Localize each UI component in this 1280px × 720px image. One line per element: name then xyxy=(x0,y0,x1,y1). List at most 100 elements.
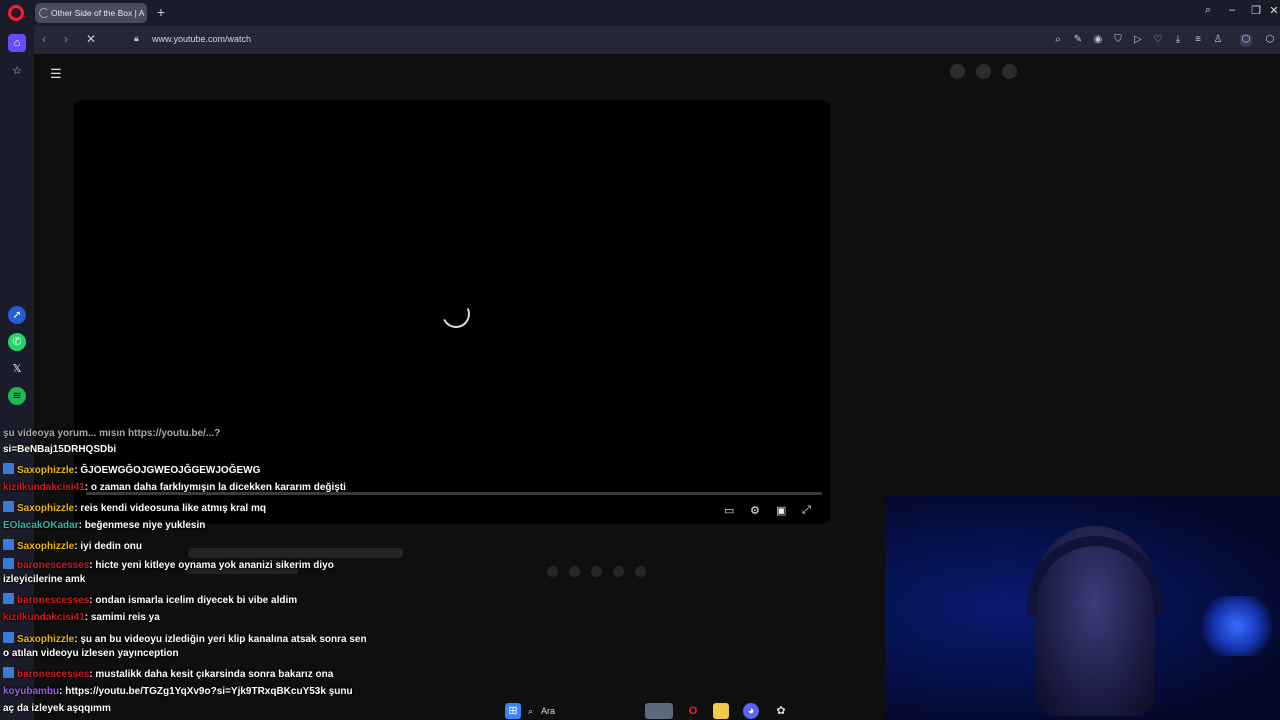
chat-text: : reis kendi videosuna like atmış kral m… xyxy=(74,503,266,514)
chat-text: : mustalikk daha kesit çıkarsinda sonra … xyxy=(89,669,334,680)
url-field[interactable]: 🔒︎ www.youtube.com/watch xyxy=(130,30,950,50)
stop-loading-icon[interactable]: ✕ xyxy=(86,32,96,46)
chat-text: şu videoya yorum... mısın https://youtu.… xyxy=(3,428,221,439)
chat-text: : şu an bu videoyu izlediğin yeri klip k… xyxy=(74,634,367,645)
chat-message: Saxophizzle: iyi dedin onu xyxy=(3,539,142,552)
forward-icon[interactable]: › xyxy=(64,32,68,46)
new-tab-button[interactable]: + xyxy=(153,4,169,20)
fullscreen-icon[interactable]: ⤢ xyxy=(802,504,811,517)
webcam-light xyxy=(1202,596,1272,656)
url-text: www.youtube.com/watch xyxy=(152,34,252,44)
maximize-icon[interactable]: ❐ xyxy=(1248,4,1264,17)
chat-text: : iyi dedin onu xyxy=(74,541,143,552)
chat-message: baronescesses: ondan ismarla icelim diye… xyxy=(3,593,297,606)
badge-icon xyxy=(3,501,14,512)
chat-text: : ondan ismarla icelim diyecek bi vibe a… xyxy=(89,595,298,606)
bookmarks-icon[interactable]: ☆ xyxy=(8,62,26,80)
home-icon[interactable]: ⌂ xyxy=(8,34,26,52)
screen: Other Side of the Box | A + ⌕ – ❐ ✕ ⌂ ☆ … xyxy=(0,0,1280,720)
settings-gear-icon[interactable]: ⚙ xyxy=(750,504,760,517)
heart-icon[interactable]: ♡ xyxy=(1152,34,1164,46)
chat-text: : beğenmese niye yuklesin xyxy=(78,520,206,531)
action-skeleton xyxy=(613,566,624,577)
chat-username: koyubambu xyxy=(3,686,60,697)
messenger-icon[interactable]: ➚ xyxy=(8,306,26,324)
shield-icon[interactable]: ⛉ xyxy=(1112,34,1124,46)
opera-taskbar-icon[interactable]: O xyxy=(685,703,701,719)
title-skeleton xyxy=(188,548,403,558)
chat-text: : samimi reis ya xyxy=(84,612,160,623)
subtitles-icon[interactable]: ▭ xyxy=(724,504,734,517)
tab-title: Other Side of the Box | A xyxy=(51,8,145,18)
action-skeleton xyxy=(569,566,580,577)
chat-username: Saxophizzle xyxy=(17,503,75,514)
webcam-feed xyxy=(885,496,1280,720)
chat-message-continued: o atılan videoyu izlesen yayınception xyxy=(3,648,179,659)
action-skeleton xyxy=(547,566,558,577)
chat-username: kizilkundakcisi41 xyxy=(3,612,85,623)
chat-message: EOlacakOKadar: beğenmese niye yuklesin xyxy=(3,520,205,531)
chat-username: EOlacakOKadar xyxy=(3,520,79,531)
header-placeholder-icon xyxy=(976,64,991,79)
extensions-icon[interactable]: ⬡ xyxy=(1240,34,1252,46)
tab-loading-icon xyxy=(39,8,49,18)
chat-username: baronescesses xyxy=(17,560,90,571)
taskbar-search-label: Ara xyxy=(541,706,556,716)
chat-message: koyubambu: https://youtu.be/TGZg1YqXv9o?… xyxy=(3,686,353,697)
discord-icon[interactable]: ◕ xyxy=(743,703,759,719)
browser-tab-bar: Other Side of the Box | A + ⌕ – ❐ ✕ xyxy=(0,0,1280,26)
chat-text: : ĞJOEWGĞOJGWEOJĞGEWJOĞEWG xyxy=(74,465,261,476)
menu-icon[interactable]: ≡ xyxy=(1192,34,1204,46)
profile-icon[interactable]: ♙ xyxy=(1212,34,1224,46)
back-icon[interactable]: ‹ xyxy=(42,32,46,46)
opera-logo-icon[interactable] xyxy=(8,5,24,21)
chat-message: baronescesses: mustalikk daha kesit çıka… xyxy=(3,667,333,680)
search-tabs-icon[interactable]: ⌕ xyxy=(1200,4,1216,17)
chat-message-continued: aç da izleyek aşqqımm xyxy=(3,703,111,714)
widget-icon[interactable] xyxy=(645,703,673,719)
chat-username: baronescesses xyxy=(17,595,90,606)
chat-message: baronescesses: hicte yeni kitleye oynama… xyxy=(3,558,334,571)
spotify-icon[interactable]: ≋ xyxy=(8,387,26,405)
action-skeleton xyxy=(635,566,646,577)
camera-icon[interactable]: ◉ xyxy=(1092,34,1104,46)
taskbar-search[interactable]: ⌕ Ara xyxy=(525,702,625,720)
hamburger-menu-icon[interactable]: ☰ xyxy=(50,66,62,82)
player-icon[interactable]: ▷ xyxy=(1132,34,1144,46)
app-icon[interactable]: ✿ xyxy=(773,703,789,719)
address-bar: ‹ › ✕ 🔒︎ www.youtube.com/watch ⌕ ✎ ◉ ⛉ ▷… xyxy=(34,26,1280,54)
search-icon: ⌕ xyxy=(528,706,534,716)
chat-text: : hicte yeni kitleye oynama yok ananizi … xyxy=(89,560,334,571)
badge-icon xyxy=(3,463,14,474)
minimize-icon[interactable]: – xyxy=(1224,4,1240,16)
download-icon[interactable]: ⤓ xyxy=(1172,34,1184,46)
whatsapp-icon[interactable]: ✆ xyxy=(8,333,26,351)
lock-icon[interactable]: 🔒︎ xyxy=(134,33,139,44)
chat-username: Saxophizzle xyxy=(17,541,75,552)
chat-username: baronescesses xyxy=(17,669,90,680)
avatar-placeholder xyxy=(1002,64,1017,79)
settings-icon[interactable]: ⬡ xyxy=(1264,34,1276,46)
chat-message: kizilkundakcisi41: o zaman daha farklıym… xyxy=(3,482,346,493)
action-skeleton xyxy=(591,566,602,577)
search-icon[interactable]: ⌕ xyxy=(1052,34,1064,46)
chat-message: kizilkundakcisi41: samimi reis ya xyxy=(3,612,160,623)
file-explorer-icon[interactable] xyxy=(713,703,729,719)
badge-icon xyxy=(3,632,14,643)
chat-username: Saxophizzle xyxy=(17,465,75,476)
header-placeholder-icon xyxy=(950,64,965,79)
badge-icon xyxy=(3,667,14,678)
chat-message: şu videoya yorum... mısın https://youtu.… xyxy=(3,428,220,439)
chat-message-continued: izleyicilerine amk xyxy=(3,574,86,585)
chat-message: Saxophizzle: ĞJOEWGĞOJGWEOJĞGEWJOĞEWG xyxy=(3,463,260,476)
x-icon[interactable]: 𝕏 xyxy=(8,360,26,378)
chat-message: Saxophizzle: şu an bu videoyu izlediğin … xyxy=(3,632,367,645)
theater-mode-icon[interactable]: ▣ xyxy=(776,504,786,517)
tab-youtube[interactable]: Other Side of the Box | A xyxy=(35,3,147,23)
chat-username: kizilkundakcisi41 xyxy=(3,482,85,493)
chat-message-continued: si=BeNBaj15DRHQSDbi xyxy=(3,444,117,455)
edit-icon[interactable]: ✎ xyxy=(1072,34,1084,46)
windows-start-icon[interactable]: ⊞ xyxy=(505,703,521,719)
chat-text: : https://youtu.be/TGZg1YqXv9o?si=Yjk9TR… xyxy=(59,686,353,697)
close-icon[interactable]: ✕ xyxy=(1266,4,1280,17)
